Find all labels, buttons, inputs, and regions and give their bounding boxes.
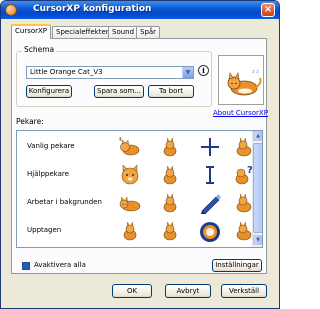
list-item[interactable]: Upptagen [17,217,253,245]
busy-ball-icon [197,219,223,243]
pekare-label: Pekare: [16,117,44,126]
cat-sleeping-icon [117,191,143,215]
title-bar[interactable]: CursorXP konfiguration × [1,1,279,19]
tab-panel: Schema Little Orange Cat_V3 ▼ i Konfigur… [11,38,268,274]
text-beam-icon [197,163,223,187]
chevron-down-icon[interactable]: ▼ [182,67,193,78]
apply-button[interactable]: Verkställ [221,284,267,298]
cancel-button[interactable]: Avbryt [165,284,211,298]
schema-selected-value: Little Orange Cat_V3 [30,68,103,76]
schema-group [16,51,212,107]
ok-button[interactable]: OK [112,284,152,298]
list-scrollbar[interactable]: ▲ ▼ [252,131,262,247]
row-label: Arbetar i bakgrunden [27,198,102,206]
disable-all-checkbox[interactable] [22,262,30,270]
cat-icon [157,163,183,187]
cat-icon [157,135,183,159]
crosshair-icon [197,135,223,159]
pen-icon [197,191,223,215]
info-button[interactable]: i [198,65,209,76]
delete-button[interactable]: Ta bort [148,85,194,98]
tab-specialeffekter[interactable]: Specialeffekter [52,26,113,38]
cursor-list[interactable]: Vanlig pekare Hjälppekare ? Arbetar i ba… [16,130,263,248]
tab-cursorxp[interactable]: CursorXP [11,24,52,39]
row-label: Vanlig pekare [27,142,75,150]
cat-icon [117,163,143,187]
cat-icon [157,219,183,243]
list-item[interactable]: Arbetar i bakgrunden [17,189,253,217]
list-item[interactable]: Hjälppekare ? [17,161,253,189]
cat-preview-icon: z z [227,69,262,96]
settings-button[interactable]: Inställningar [212,259,262,272]
config-window: CursorXP konfiguration × CursorXP Specia… [0,0,280,309]
disable-all-label: Avaktivera alla [34,261,86,269]
about-link[interactable]: About CursorXP [213,109,268,117]
list-item[interactable]: Vanlig pekare [17,133,253,161]
row-label: Upptagen [27,226,62,234]
schema-group-label: Schema [22,45,57,54]
cat-icon [117,219,143,243]
app-icon [5,4,17,16]
cat-icon [117,135,143,159]
scroll-up-icon[interactable]: ▲ [253,131,262,141]
row-label: Hjälppekare [27,170,69,178]
scroll-down-icon[interactable]: ▼ [253,235,262,245]
cat-icon [157,191,183,215]
close-button[interactable]: × [261,3,275,17]
svg-text:z z: z z [252,69,259,75]
cursor-preview: z z [218,55,264,105]
tab-sound[interactable]: Sound [108,26,139,38]
save-as-button[interactable]: Spara som... [94,85,144,98]
schema-select[interactable]: Little Orange Cat_V3 ▼ [26,66,194,79]
scroll-thumb[interactable] [253,143,262,233]
configure-button[interactable]: Konfigurera [26,85,72,98]
tab-spar[interactable]: Spår [136,26,161,38]
window-title: CursorXP konfiguration [33,4,152,14]
